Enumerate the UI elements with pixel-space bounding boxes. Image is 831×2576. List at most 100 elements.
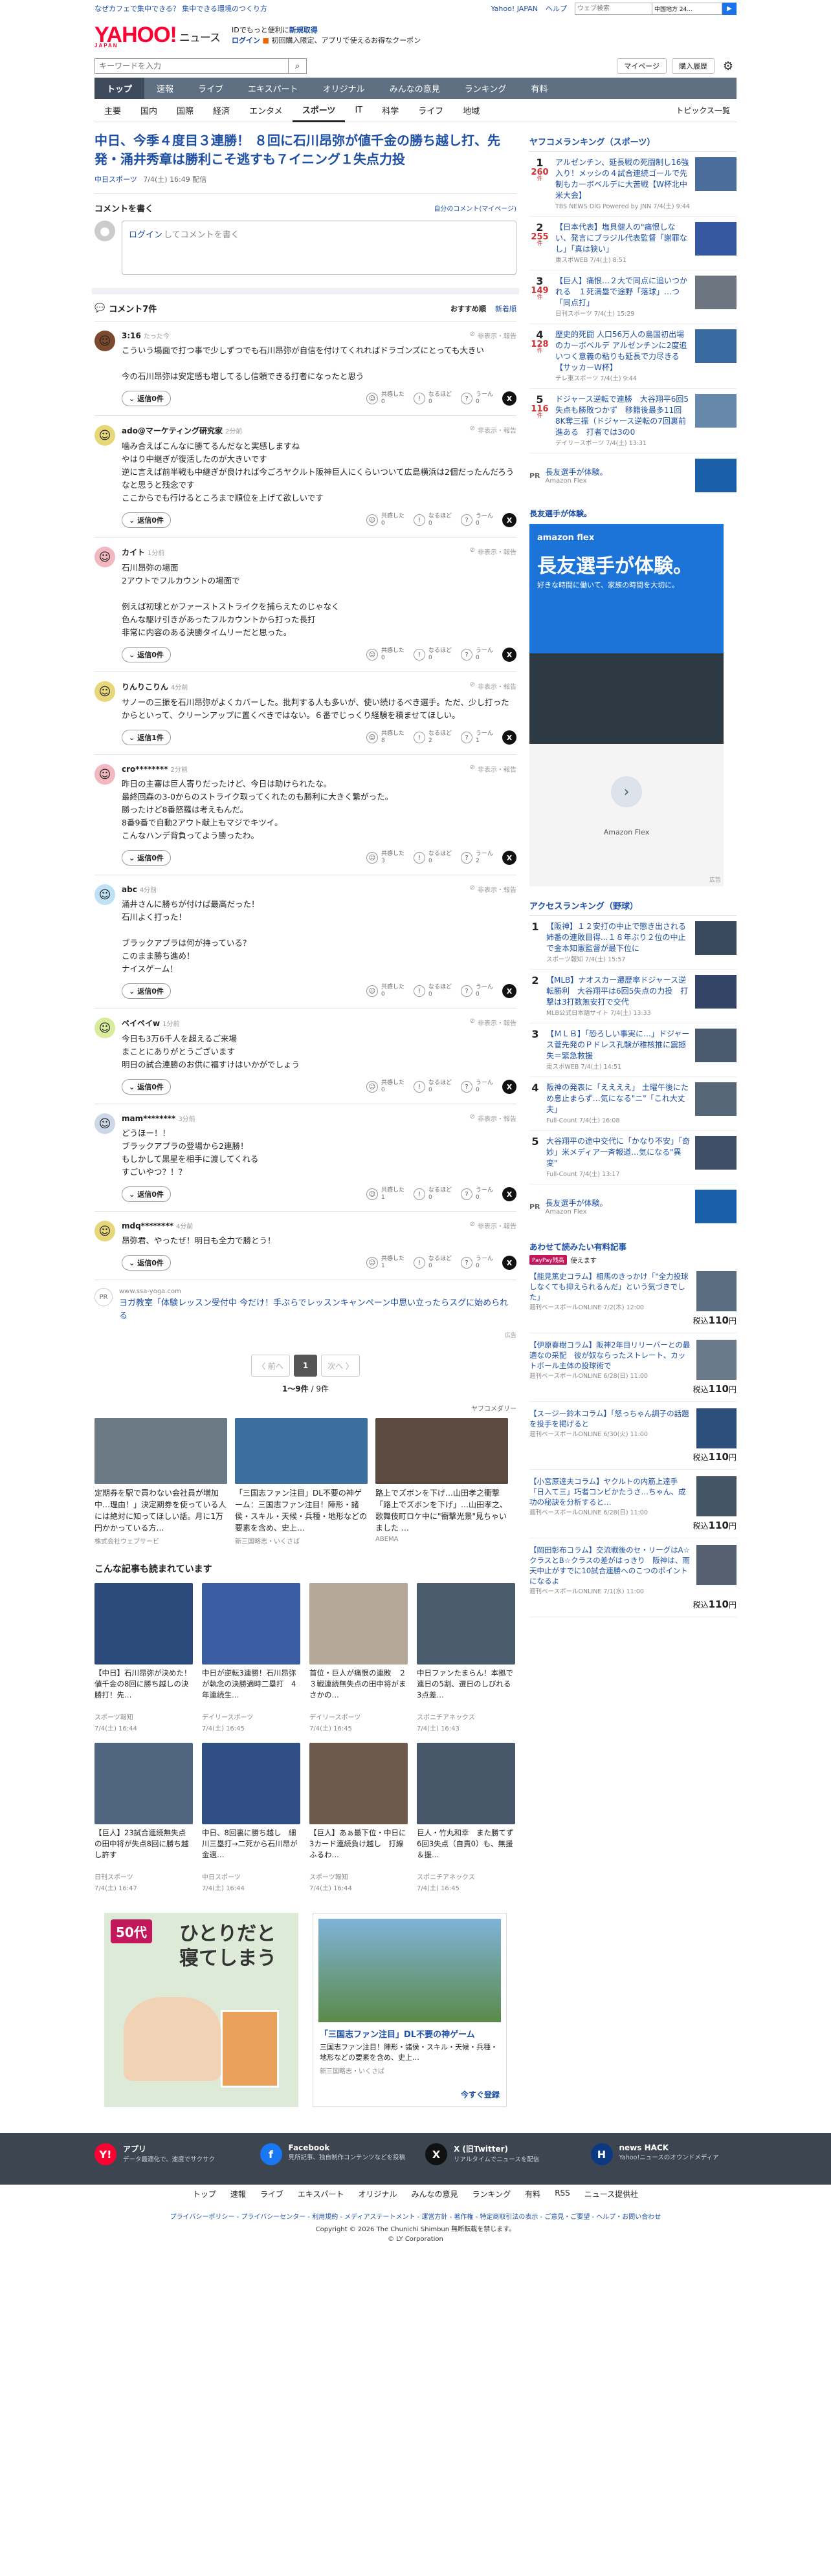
comment-author-name[interactable]: カイト [122, 548, 145, 557]
pr-title[interactable]: 長友選手が体験。 [546, 1197, 690, 1208]
access-item[interactable]: 1 【阪神】１２安打の中止で懲き出される姉番の連敗目得...１８年ぶり２位の中止で… [529, 916, 737, 970]
chevron-right-icon[interactable]: › [611, 776, 642, 807]
ranking-title[interactable]: ドジャース逆転で連勝 大谷翔平6回5失点も勝敗つかず 移籍後最多11回8K奪三振… [555, 394, 690, 438]
react-hmm[interactable]: ! なるほど 0 [413, 1187, 452, 1201]
x-share-icon[interactable]: X [502, 1080, 516, 1094]
snav-life[interactable]: ライフ [408, 99, 453, 122]
recommended-title[interactable]: 首位・巨人が痛恨の連敗 ２３戦連続無失点の田中将がまさかの… [309, 1668, 408, 1712]
avatar[interactable]: ☺ [94, 764, 115, 785]
yahoo-japan-link[interactable]: Yahoo! JAPAN [491, 5, 538, 13]
recommended-title[interactable]: 中日が逆転3連勝！石川昂弥が執念の決勝適時二塁打 4年連続生… [202, 1668, 300, 1712]
gnav-expert[interactable]: エキスパート [236, 78, 311, 99]
recommended-title[interactable]: 【巨人】あぁ最下位・中日に3カード連続負け越し 打線ふるわ… [309, 1828, 408, 1872]
ranking-title[interactable]: 歴史的死闘 人口56万人の島国初出場のカーボベルデ アルゼンチンに2度追いつく意… [555, 329, 690, 373]
footer-nav-item[interactable]: ランキング [472, 2189, 511, 2199]
x-share-icon[interactable]: X [502, 513, 516, 527]
x-share-icon[interactable]: X [502, 648, 516, 662]
paid-article-title[interactable]: 【能見篤史コラム】相馬のきっかけ「"全力投球しなくても抑えられるんだ」という気づ… [529, 1271, 691, 1302]
comment-author-name[interactable]: abc [122, 885, 137, 894]
recommended-title[interactable]: 【中日】石川昂弥が決めた！値千金の8回に勝ち越しの決勝打！先… [94, 1668, 193, 1712]
article-title[interactable]: 中日、今季４度目３連勝！ ８回に石川昂弥が値千金の勝ち越し打、先発・涌井秀章は勝… [94, 131, 516, 169]
ranking-item[interactable]: 3 149 件【巨人】痛恨…２大で同点に追いつかれる １死満塁で途野「落球」…つ「同… [529, 270, 737, 324]
feature-card[interactable]: 定期券を駅で買わない会社員が増加中…理由！」決定期券を使っている人には絶対に知っ… [94, 1418, 227, 1545]
react-think[interactable]: ? うーん 0 [460, 513, 493, 527]
ranking-pr[interactable]: PR 長友選手が体験。 Amazon Flex [529, 453, 737, 497]
snav-economy[interactable]: 経済 [203, 99, 239, 122]
search-icon[interactable]: ⌕ [289, 58, 307, 74]
feature-title[interactable]: 定期券を駅で買わない会社員が増加中…理由！」決定期券を使っている人には絶対に知っ… [94, 1487, 227, 1534]
report-button[interactable]: ⊘ 非表示・報告 [470, 331, 516, 340]
snav-domestic[interactable]: 国内 [131, 99, 167, 122]
footer-item[interactable]: Hnews HACK Yahoo!ニュースのオウンドメディア [590, 2143, 737, 2174]
recommended-card[interactable]: 【中日】石川昂弥が決めた！値千金の8回に勝ち越しの決勝打！先… スポーツ報知 7/4… [94, 1583, 193, 1734]
react-hmm[interactable]: ! なるほど 0 [413, 648, 452, 662]
footer-nav-item[interactable]: みんなの意見 [412, 2189, 458, 2199]
recommended-title[interactable]: 【巨人】23試合連続無失点の田中将が失点8回に勝ち越し許す [94, 1828, 193, 1872]
recommended-card[interactable]: 【巨人】あぁ最下位・中日に3カード連続負け越し 打線ふるわ… スポーツ報知 7/4(… [309, 1743, 408, 1894]
recommended-card[interactable]: 中日、8回裏に勝ち越し 細川三塁打→二死から石川昂が金適… 中日スポーツ 7/4(土… [202, 1743, 300, 1894]
react-agree[interactable]: ☺ 共感した 8 [366, 730, 404, 745]
help-link[interactable]: ヘルプ [546, 3, 567, 14]
gnav-breaking[interactable]: 速報 [144, 78, 186, 99]
gnav-top[interactable]: トップ [94, 78, 145, 99]
paid-article-title[interactable]: 【スージー鈴木コラム】「怒っちゃん調子の話題を投手を掲げると [529, 1408, 691, 1429]
access-item[interactable]: 5 大谷翔平の途中交代に「かなり不安」「奇妙」米メディア一斉報道…気になる"異変"… [529, 1131, 737, 1184]
footer-item[interactable]: Y! アプリ データ最適化で、速度でサクサク [94, 2143, 241, 2174]
avatar[interactable]: ☺ [94, 1018, 115, 1038]
footer-item-title[interactable]: Facebook [289, 2143, 406, 2152]
react-think[interactable]: ? うーん 0 [460, 391, 493, 406]
report-button[interactable]: ⊘ 非表示・報告 [470, 764, 516, 774]
react-think[interactable]: ? うーん 0 [460, 1187, 493, 1201]
yahoo-news-logo[interactable]: YAHOO! JAPAN ニュース [94, 23, 221, 49]
footer-item-title[interactable]: アプリ [123, 2143, 215, 2154]
avatar[interactable]: ☺ [94, 681, 115, 702]
my-comments-link[interactable]: 自分のコメント(マイページ) [434, 203, 516, 213]
recommended-card[interactable]: 首位・巨人が痛恨の連敗 ２３戦連続無失点の田中将がまさかの… デイリースポーツ 7/… [309, 1583, 408, 1734]
pr-title[interactable]: 長友選手が体験。 [546, 466, 690, 477]
sort-newest[interactable]: 新着順 [495, 303, 516, 314]
reply-button[interactable]: ⌄ 返信1件 [122, 730, 171, 745]
react-hmm[interactable]: ! なるほど 0 [413, 851, 452, 865]
recommended-card[interactable]: 【巨人】23試合連続無失点の田中将が失点8回に勝ち越し許す 日刊スポーツ 7/4(土… [94, 1743, 193, 1894]
gnav-original[interactable]: オリジナル [311, 78, 377, 99]
react-hmm[interactable]: ! なるほど 0 [413, 1080, 452, 1094]
paid-article-title[interactable]: 【小宮原達夫コラム】ヤクルトの内筋上達手「日入て三」巧者コンビかたうさ…ちゃん、… [529, 1476, 691, 1507]
footer-nav-item[interactable]: ニュース提供社 [584, 2189, 638, 2199]
report-button[interactable]: ⊘ 非表示・報告 [470, 425, 516, 436]
avatar[interactable]: ☺ [94, 1221, 115, 1241]
x-share-icon[interactable]: X [502, 391, 516, 406]
comment-author-name[interactable]: りんりこりん [122, 682, 168, 692]
access-pr[interactable]: PR 長友選手が体験。 Amazon Flex [529, 1184, 737, 1228]
comment-author-name[interactable]: cro******** [122, 765, 168, 774]
gear-icon[interactable]: ⚙ [720, 58, 737, 74]
paid-article[interactable]: 【小宮原達夫コラム】ヤクルトの内筋上達手「日入て三」巧者コンビかたうさ…ちゃん、… [529, 1470, 737, 1538]
react-agree[interactable]: ☺ 共感した 0 [366, 391, 404, 406]
access-heading[interactable]: アクセスランキング（野球） [529, 895, 737, 916]
snav-sports[interactable]: スポーツ [292, 99, 346, 122]
access-title[interactable]: 大谷翔平の途中交代に「かなり不安」「奇妙」米メディア一斉報道…気になる"異変" [546, 1136, 690, 1169]
report-button[interactable]: ⊘ 非表示・報告 [470, 681, 516, 692]
access-item[interactable]: 3 【ＭＬＢ】「恐ろしい事実に…」ドジャース菅先発のＰドレス孔験が稚核推に震撼失＝… [529, 1023, 737, 1077]
report-button[interactable]: ⊘ 非表示・報告 [470, 1221, 516, 1230]
react-hmm[interactable]: ! なるほど 0 [413, 391, 452, 406]
region-select[interactable]: 中国地方 24... [652, 2, 722, 15]
react-think[interactable]: ? うーん 0 [460, 1080, 493, 1094]
reply-button[interactable]: ⌄ 返信0件 [122, 1079, 171, 1095]
avatar[interactable]: ☺ [94, 425, 115, 446]
ad-text[interactable]: ヨガ教室「体験レッスン受付中 今だけ！手ぶらでレッスンキャンペーン中思い立ったら… [119, 1297, 516, 1323]
feature-title[interactable]: 路上でズボンを下げ…山田孝之衝撃「路上でズボンを下げ」…山田孝之、歌舞伎町ロケ中… [375, 1487, 508, 1534]
footer-nav-item[interactable]: RSS [555, 2189, 570, 2199]
side-ad-card[interactable]: amazon flex 長友選手が体験。 好きな時間に働いて、家族の時間を大切に… [529, 524, 724, 886]
react-hmm[interactable]: ! なるほど 0 [413, 1256, 452, 1270]
react-agree[interactable]: ☺ 共感した 1 [366, 1256, 404, 1270]
snav-local[interactable]: 地域 [453, 99, 489, 122]
reply-button[interactable]: ⌄ 返信0件 [122, 850, 171, 866]
access-title[interactable]: 阪神の発表に「ええええ」 土曜午後にため息止まらず…気になる"ニ"「これ大丈夫」 [546, 1082, 690, 1115]
footer-nav-item[interactable]: 速報 [230, 2189, 246, 2199]
reply-button[interactable]: ⌄ 返信0件 [122, 647, 171, 662]
paid-article[interactable]: 【能見篤史コラム】相馬のきっかけ「"全力投球しなくても抑えられるんだ」という気づ… [529, 1265, 737, 1333]
access-item[interactable]: 4 阪神の発表に「ええええ」 土曜午後にため息止まらず…気になる"ニ"「これ大丈夫… [529, 1077, 737, 1131]
keyword-search-input[interactable] [94, 58, 289, 74]
sort-recommended[interactable]: おすすめ順 [450, 303, 486, 314]
avatar[interactable]: ☺ [94, 884, 115, 905]
